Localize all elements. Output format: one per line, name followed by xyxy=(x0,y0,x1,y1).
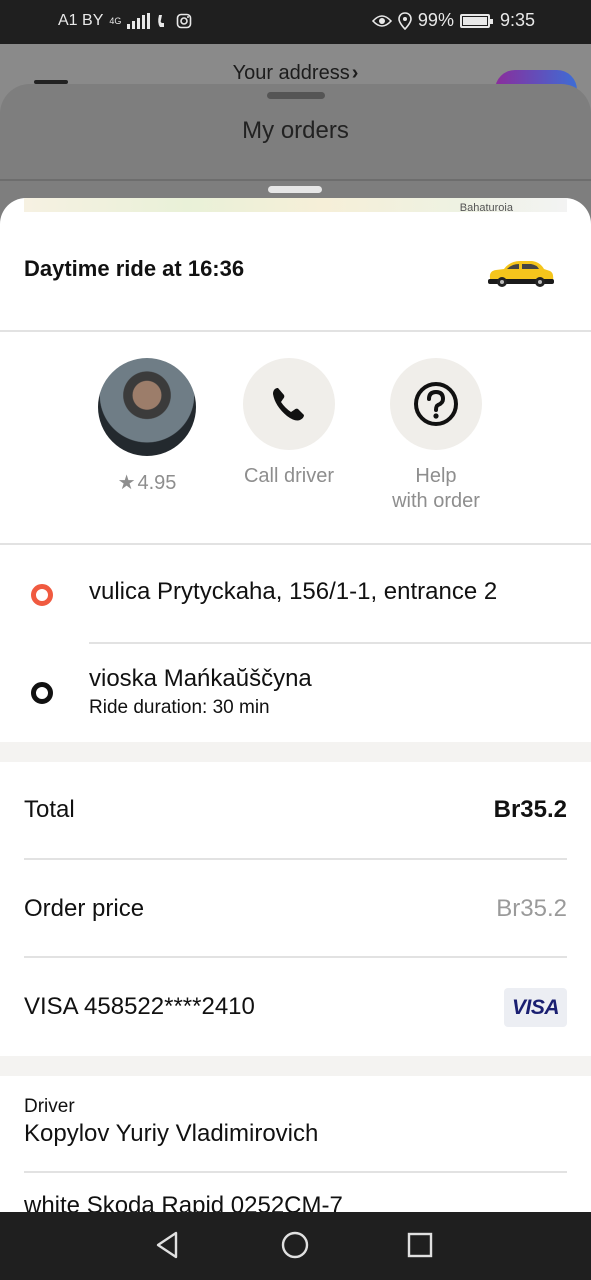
order-details-card: Bahaturoia Daytime ride at 16:36 ★ 4.95 C… xyxy=(0,198,591,1212)
question-circle-icon xyxy=(414,382,458,426)
sheet-handle xyxy=(267,92,325,99)
card-drag-handle[interactable] xyxy=(268,186,322,193)
driver-label: Driver xyxy=(24,1096,75,1117)
chevron-right-icon: › xyxy=(351,62,359,84)
pickup-point-icon xyxy=(31,584,53,606)
vehicle-info: white Skoda Rapid 0252CM-7 xyxy=(24,1192,343,1212)
back-icon[interactable] xyxy=(154,1230,184,1260)
yellow-taxi-car-icon xyxy=(488,261,554,287)
driver-name: Kopylov Yuriy Vladimirovich xyxy=(24,1120,319,1147)
total-label: Total xyxy=(24,796,75,823)
star-icon: ★ xyxy=(117,472,136,494)
signal-icon xyxy=(127,13,151,29)
visa-logo-icon: VISA xyxy=(504,988,567,1027)
call-driver-label: Call driver xyxy=(243,465,335,487)
map-label: Bahaturoia xyxy=(459,202,513,214)
pickup-address: vulica Prytyckaha, 156/1-1, entrance 2 xyxy=(89,578,498,605)
driver-profile-button[interactable]: ★ 4.95 xyxy=(72,358,222,495)
help-label-line1: Help xyxy=(415,465,457,487)
help-button-circle[interactable] xyxy=(390,358,482,450)
location-icon xyxy=(398,11,412,30)
payment-card-label: VISA 458522****2410 xyxy=(24,993,255,1020)
section-separator xyxy=(0,1056,591,1076)
network-type-label: 4G xyxy=(109,15,122,26)
divider xyxy=(89,642,591,644)
ride-duration: Ride duration: 30 min xyxy=(89,697,270,718)
carrier-label: A1 BY xyxy=(58,12,104,29)
call-button-circle[interactable] xyxy=(243,358,335,450)
destination-point-icon xyxy=(31,682,53,704)
divider xyxy=(24,1171,567,1173)
phone-icon xyxy=(273,388,304,421)
clock: 9:35 xyxy=(499,10,535,30)
help-label-line2: with order xyxy=(392,490,480,512)
divider xyxy=(0,543,591,545)
call-driver-button[interactable]: Call driver xyxy=(214,358,364,489)
ride-title: Daytime ride at 16:36 xyxy=(24,256,245,281)
total-value: Br35.2 xyxy=(493,796,567,823)
driver-avatar[interactable] xyxy=(98,358,196,456)
sheet-title: My orders xyxy=(242,117,349,144)
wifi-calling-icon xyxy=(158,15,165,27)
order-price-value: Br35.2 xyxy=(496,895,567,922)
divider xyxy=(0,330,591,332)
status-bar: A1 BY 4G 99% 9:35 xyxy=(0,0,591,44)
rating-value: 4.95 xyxy=(137,472,177,494)
section-separator xyxy=(0,742,591,762)
divider xyxy=(24,956,567,958)
home-icon[interactable] xyxy=(280,1230,310,1260)
recent-apps-icon[interactable] xyxy=(405,1230,435,1260)
system-navigation-bar xyxy=(0,1212,591,1280)
instagram-icon xyxy=(177,13,192,29)
order-price-label: Order price xyxy=(24,895,145,922)
divider xyxy=(24,858,567,860)
battery-icon xyxy=(459,13,493,28)
address-label: Your address xyxy=(232,62,350,84)
help-with-order-button[interactable]: Help with order xyxy=(361,358,511,514)
help-label: Help with order xyxy=(361,464,511,514)
eye-comfort-icon xyxy=(371,14,392,27)
divider xyxy=(0,179,591,181)
destination-address: vioska Mańkaŭščyna xyxy=(89,665,312,692)
driver-rating: ★ 4.95 xyxy=(72,470,222,495)
battery-percent: 99% xyxy=(417,10,454,30)
